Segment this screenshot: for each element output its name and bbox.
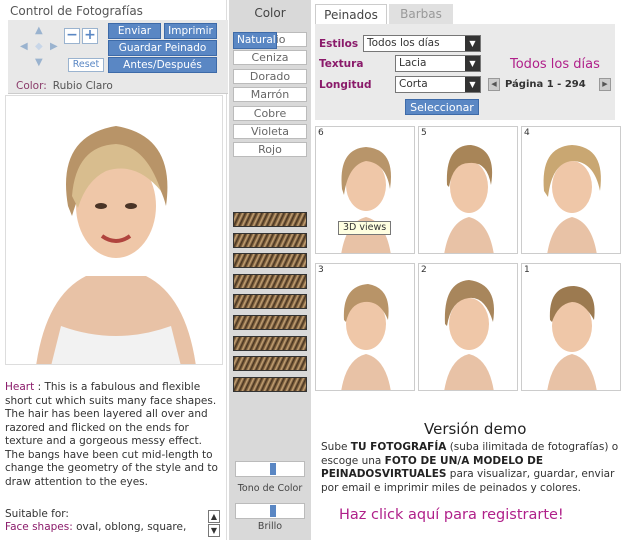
hair-swatch[interactable] — [233, 356, 307, 372]
longitud-select[interactable]: Corta ▼ — [395, 76, 481, 93]
model-photo — [5, 95, 223, 365]
antes-despues-button[interactable]: Antes/Después — [108, 57, 217, 73]
tone-slider-thumb[interactable] — [270, 463, 277, 475]
suitable-for: Suitable for: Face shapes: oval, oblong,… — [5, 508, 186, 534]
zoom-in-button[interactable]: + — [82, 28, 98, 44]
style-description: Heart : This is a fabulous and flexible … — [5, 381, 220, 489]
color-option[interactable]: Dorado — [233, 68, 307, 84]
color-option[interactable]: Rojo — [233, 142, 307, 158]
thumb-number: 2 — [421, 265, 427, 275]
hair-swatch[interactable] — [233, 294, 307, 310]
direction-pad[interactable]: ▲ ◀ ▶ ▼ ◆ — [16, 26, 64, 70]
3d-views-tooltip: 3D views — [338, 221, 392, 235]
brightness-label: Brillo — [257, 521, 283, 532]
page-indicator: Página 1 - 294 — [505, 79, 586, 90]
estilos-value: Todos los días — [367, 37, 440, 49]
next-page-button[interactable]: ▶ — [599, 78, 611, 91]
thumb-number: 6 — [318, 128, 324, 138]
thumb-number: 5 — [421, 128, 427, 138]
color-option[interactable]: Ceniza — [233, 50, 307, 66]
demo-text-part: Sube — [321, 441, 351, 453]
color-value: Rubio Claro — [52, 80, 113, 92]
photo-control-panel: Control de Fotografías ▲ ◀ ▶ ▼ ◆ − + Res… — [0, 0, 228, 540]
style-thumb[interactable]: 5 — [418, 126, 518, 254]
brightness-slider[interactable] — [235, 503, 305, 519]
color-option[interactable]: Violeta — [233, 123, 307, 139]
color-header: Color — [254, 6, 286, 20]
style-category-title: Todos los días — [510, 57, 600, 72]
arrow-left-icon[interactable]: ◀ — [20, 42, 28, 52]
hair-swatch[interactable] — [233, 335, 307, 351]
tone-slider[interactable] — [235, 461, 305, 477]
hair-swatch[interactable] — [233, 273, 307, 289]
textura-select[interactable]: Lacia ▼ — [395, 55, 481, 72]
style-thumb[interactable]: 1 — [521, 263, 621, 391]
longitud-label: Longitud — [319, 79, 372, 91]
longitud-value: Corta — [399, 78, 428, 90]
hair-swatches — [233, 212, 307, 397]
prev-page-button[interactable]: ◀ — [488, 78, 500, 91]
suitable-label: Suitable for: — [5, 508, 69, 520]
register-link[interactable]: Haz click aquí para registrarte! — [339, 507, 564, 523]
color-list: NaturalRubioCenizaDoradoMarrónCobreViole… — [233, 32, 307, 161]
hair-swatch[interactable] — [233, 253, 307, 269]
thumb-number: 3 — [318, 265, 324, 275]
style-thumb[interactable]: 2 — [418, 263, 518, 391]
face-shapes-value: oval, oblong, square, — [72, 521, 187, 533]
demo-text-bold: TU FOTOGRAFÍA — [350, 441, 447, 453]
style-grid: 6 3D views 5 4 3 2 1 — [315, 126, 623, 396]
style-thumb[interactable]: 4 — [521, 126, 621, 254]
style-thumb[interactable]: 3 — [315, 263, 415, 391]
hair-swatch[interactable] — [233, 232, 307, 248]
imprimir-button[interactable]: Imprimir — [164, 23, 217, 39]
scroll-up-button[interactable]: ▲ — [208, 510, 220, 523]
textura-label: Textura — [319, 58, 364, 70]
hair-swatch[interactable] — [233, 212, 307, 227]
tone-label: Tono de Color — [237, 483, 303, 494]
chevron-down-icon: ▼ — [465, 36, 480, 51]
zoom-out-button[interactable]: − — [64, 28, 80, 44]
style-description-text: : This is a fabulous and flexible short … — [5, 381, 218, 488]
panel-title: Control de Fotografías — [10, 4, 143, 18]
color-option[interactable]: Cobre — [233, 105, 307, 121]
enviar-button[interactable]: Enviar — [108, 23, 161, 39]
color-option[interactable]: Natural — [233, 32, 277, 49]
tab-barbas[interactable]: Barbas — [389, 4, 453, 24]
scroll-down-button[interactable]: ▼ — [208, 524, 220, 537]
demo-text: Sube TU FOTOGRAFÍA (suba ilimitada de fo… — [321, 441, 619, 495]
current-color: Color: Rubio Claro — [16, 80, 113, 92]
thumb-number: 1 — [524, 265, 530, 275]
tab-peinados[interactable]: Peinados — [315, 4, 387, 24]
textura-value: Lacia — [399, 57, 427, 69]
arrow-right-icon[interactable]: ▶ — [50, 42, 58, 52]
reset-button[interactable]: Reset — [68, 58, 104, 72]
color-label: Color: — [16, 80, 47, 92]
chevron-down-icon: ▼ — [465, 56, 480, 71]
color-column: Color NaturalRubioCenizaDoradoMarrónCobr… — [229, 0, 311, 540]
chevron-down-icon: ▼ — [465, 77, 480, 92]
estilos-select[interactable]: Todos los días ▼ — [363, 35, 481, 52]
hair-swatch[interactable] — [233, 376, 307, 392]
arrow-down-icon[interactable]: ▼ — [35, 58, 43, 68]
brightness-slider-thumb[interactable] — [270, 505, 277, 517]
filter-form: Estilos Todos los días ▼ Textura Lacia ▼ L… — [315, 24, 615, 120]
estilos-label: Estilos — [319, 38, 359, 50]
hair-swatch[interactable] — [233, 314, 307, 330]
arrow-up-icon[interactable]: ▲ — [35, 26, 43, 36]
thumb-number: 4 — [524, 128, 530, 138]
face-shapes-label: Face shapes: — [5, 521, 73, 533]
color-option[interactable]: Marrón — [233, 87, 307, 103]
center-diamond-icon: ◆ — [35, 41, 43, 52]
seleccionar-button[interactable]: Seleccionar — [405, 99, 479, 115]
guardar-peinado-button[interactable]: Guardar Peinado — [108, 40, 217, 56]
style-name: Heart — [5, 381, 35, 393]
style-thumb[interactable]: 6 3D views — [315, 126, 415, 254]
demo-title: Versión demo — [424, 420, 527, 438]
